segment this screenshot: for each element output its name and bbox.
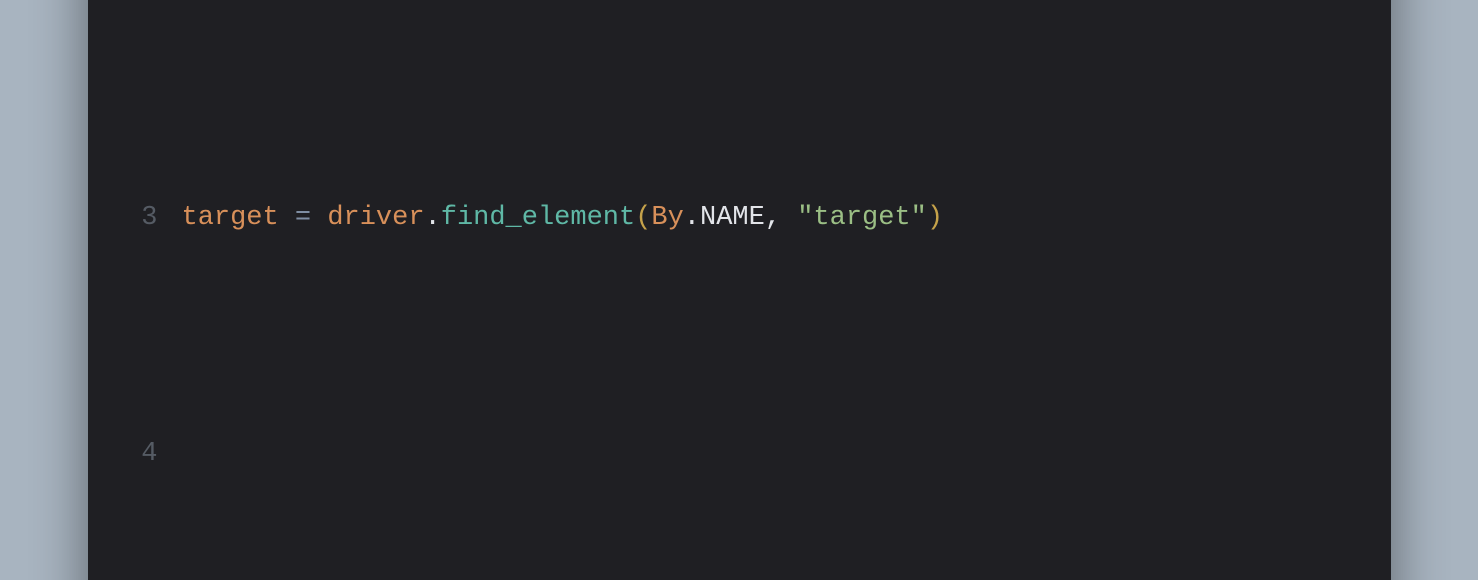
prop-name: NAME [700,203,765,233]
fn-find-element: find_element [441,203,635,233]
code-line: 2 source = driver.find_element(By.NAME, … [128,0,1351,6]
paren-open: ( [635,203,651,233]
code-line: 4 [128,431,1351,478]
var-driver: driver [327,203,424,233]
operator-assign: = [279,203,328,233]
code-content: target = driver.find_element(By.NAME, "t… [182,195,944,242]
string-target: "target" [797,203,927,233]
code-block: 1 from selenium.webdriver import ActionC… [128,0,1351,580]
stage: 1 from selenium.webdriver import ActionC… [0,0,1478,580]
code-line: 3 target = driver.find_element(By.NAME, … [128,195,1351,242]
line-number: 2 [128,0,158,6]
comma: , [765,203,797,233]
dot: . [684,203,700,233]
line-number: 3 [128,195,158,242]
var-target: target [182,203,279,233]
code-window: 1 from selenium.webdriver import ActionC… [88,0,1391,580]
code-content: source = driver.find_element(By.NAME, "s… [182,0,944,6]
dot: . [425,203,441,233]
line-number: 4 [128,431,158,478]
paren-close: ) [927,203,943,233]
var-by: By [651,203,683,233]
